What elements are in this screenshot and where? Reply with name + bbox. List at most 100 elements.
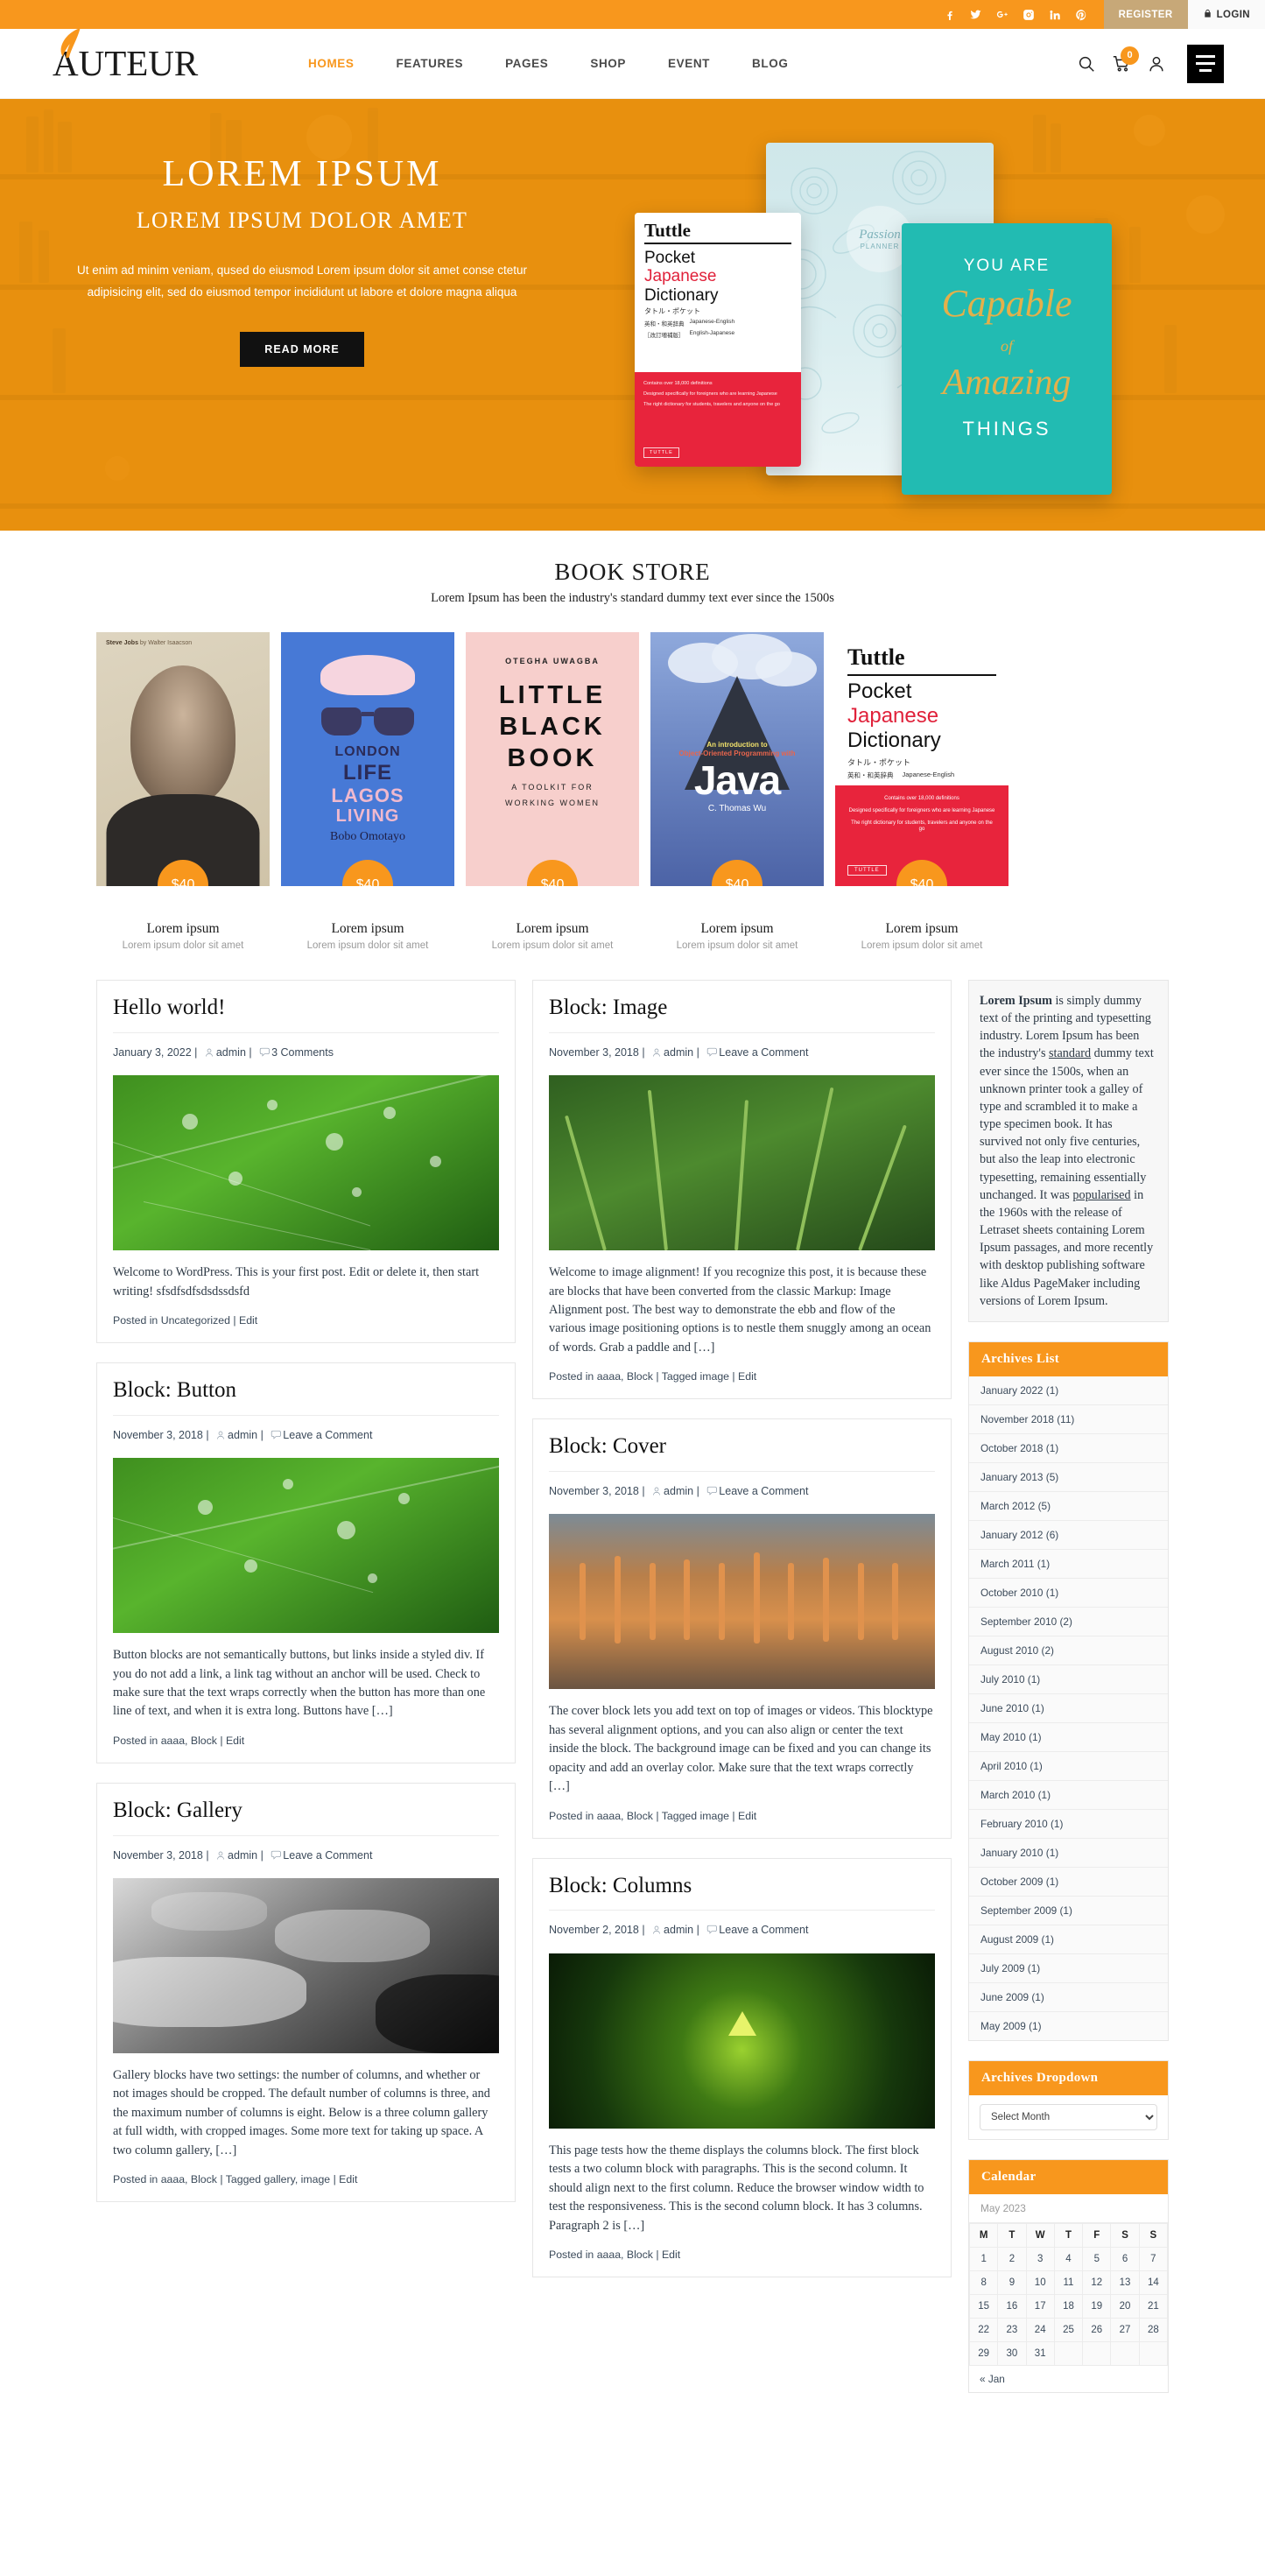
calendar-day-cell[interactable]: 13 (1110, 2270, 1140, 2295)
archives-list-link[interactable]: May 2009 (1) (969, 2011, 1168, 2040)
archives-list-link[interactable]: September 2010 (2) (969, 1607, 1168, 1636)
text-widget-link-standard[interactable]: standard (1049, 1046, 1091, 1060)
nav-item-pages[interactable]: PAGES (484, 57, 569, 70)
calendar-day-cell[interactable]: 23 (997, 2317, 1027, 2342)
calendar-day-cell[interactable]: 20 (1110, 2293, 1140, 2319)
post-comments[interactable]: Leave a Comment (719, 1046, 808, 1059)
calendar-day-cell[interactable]: 10 (1025, 2270, 1055, 2295)
nav-item-shop[interactable]: SHOP (569, 57, 647, 70)
post-thumbnail[interactable] (113, 1458, 499, 1634)
post-author[interactable]: admin (664, 1485, 693, 1497)
post-title[interactable]: Hello world! (113, 996, 499, 1033)
post-terms[interactable]: Posted in aaaa, Block | Tagged image | E… (549, 1810, 935, 1822)
post-author[interactable]: admin (664, 1924, 693, 1936)
text-widget-link-popularised[interactable]: popularised (1072, 1188, 1130, 1202)
post-comments[interactable]: Leave a Comment (283, 1429, 372, 1441)
archives-list-link[interactable]: February 2010 (1) (969, 1809, 1168, 1838)
calendar-day-cell[interactable]: 17 (1025, 2293, 1055, 2319)
twitter-icon[interactable] (969, 8, 983, 22)
archives-list-link[interactable]: August 2010 (2) (969, 1636, 1168, 1665)
post-author[interactable]: admin (664, 1046, 693, 1059)
calendar-day-cell[interactable]: 4 (1053, 2246, 1084, 2271)
archives-list-link[interactable]: March 2010 (1) (969, 1780, 1168, 1809)
calendar-day-cell[interactable]: 1 (968, 2246, 999, 2271)
calendar-day-cell[interactable]: 7 (1138, 2246, 1169, 2271)
nav-item-event[interactable]: EVENT (647, 57, 731, 70)
archives-month-select[interactable]: Select Month (980, 2103, 1157, 2130)
user-account-icon[interactable] (1147, 54, 1166, 74)
calendar-day-cell[interactable]: 22 (968, 2317, 999, 2342)
register-button[interactable]: REGISTER (1103, 0, 1188, 29)
archives-list-link[interactable]: January 2013 (5) (969, 1462, 1168, 1491)
login-button[interactable]: LOGIN (1187, 0, 1265, 29)
archives-list-link[interactable]: March 2012 (5) (969, 1491, 1168, 1520)
archives-list-link[interactable]: June 2009 (1) (969, 1982, 1168, 2011)
post-thumbnail[interactable] (113, 1878, 499, 2053)
logo[interactable]: AUTEUR (53, 27, 254, 81)
facebook-icon[interactable] (943, 8, 957, 22)
cart-icon[interactable]: 0 (1112, 46, 1139, 74)
calendar-day-cell[interactable]: 15 (968, 2293, 999, 2319)
read-more-button[interactable]: READ MORE (240, 331, 364, 367)
google-plus-icon[interactable] (995, 8, 1009, 22)
post-title[interactable]: Block: Cover (549, 1434, 935, 1473)
calendar-day-cell[interactable]: 29 (968, 2340, 999, 2366)
book-cover-little-black-book[interactable]: OTEGHA UWAGBA LITTLE BLACK BOOK A TOOLKI… (466, 632, 639, 886)
archives-list-link[interactable]: January 2012 (6) (969, 1520, 1168, 1549)
archives-list-link[interactable]: October 2009 (1) (969, 1867, 1168, 1896)
calendar-day-cell[interactable]: 11 (1053, 2270, 1084, 2295)
post-comments[interactable]: Leave a Comment (719, 1924, 808, 1936)
calendar-day-cell[interactable]: 16 (997, 2293, 1027, 2319)
post-comments[interactable]: Leave a Comment (719, 1485, 808, 1497)
archives-list-link[interactable]: September 2009 (1) (969, 1896, 1168, 1925)
book-card[interactable]: Tuttle Pocket Japanese Dictionary タトル・ポケ… (835, 632, 1008, 951)
post-thumbnail[interactable] (113, 1075, 499, 1251)
post-terms[interactable]: Posted in aaaa, Block | Tagged image | E… (549, 1370, 935, 1383)
archives-list-link[interactable]: March 2011 (1) (969, 1549, 1168, 1578)
calendar-day-cell[interactable]: 30 (997, 2340, 1027, 2366)
linkedin-icon[interactable] (1048, 8, 1062, 22)
instagram-icon[interactable] (1022, 8, 1036, 22)
post-thumbnail[interactable] (549, 1953, 935, 2129)
calendar-day-cell[interactable]: 27 (1110, 2317, 1140, 2342)
post-terms[interactable]: Posted in aaaa, Block | Edit (113, 1735, 499, 1747)
calendar-day-cell[interactable]: 25 (1053, 2317, 1084, 2342)
post-comments[interactable]: 3 Comments (271, 1046, 334, 1059)
calendar-day-cell[interactable]: 9 (997, 2270, 1027, 2295)
book-card[interactable]: OTEGHA UWAGBA LITTLE BLACK BOOK A TOOLKI… (466, 632, 639, 951)
archives-list-link[interactable]: May 2010 (1) (969, 1722, 1168, 1751)
calendar-day-cell[interactable]: 12 (1082, 2270, 1112, 2295)
post-title[interactable]: Block: Image (549, 996, 935, 1033)
calendar-day-cell[interactable]: 26 (1082, 2317, 1112, 2342)
book-cover-tuttle[interactable]: Tuttle Pocket Japanese Dictionary タトル・ポケ… (835, 632, 1008, 886)
archives-list-link[interactable]: January 2022 (1) (969, 1376, 1168, 1404)
post-author[interactable]: admin (228, 1849, 257, 1862)
nav-item-homes[interactable]: HOMES (287, 57, 376, 70)
post-terms[interactable]: Posted in Uncategorized | Edit (113, 1314, 499, 1327)
nav-item-blog[interactable]: BLOG (731, 57, 809, 70)
pinterest-icon[interactable] (1074, 8, 1088, 22)
book-card[interactable]: An introduction to Object-Oriented Progr… (650, 632, 824, 951)
calendar-day-cell[interactable]: 8 (968, 2270, 999, 2295)
calendar-day-cell[interactable]: 18 (1053, 2293, 1084, 2319)
book-cover-steve-jobs[interactable]: Steve Jobs by Walter Isaacson $40 (96, 632, 270, 886)
calendar-day-cell[interactable]: 31 (1025, 2340, 1055, 2366)
post-terms[interactable]: Posted in aaaa, Block | Tagged gallery, … (113, 2173, 499, 2185)
post-author[interactable]: admin (216, 1046, 246, 1059)
calendar-day-cell[interactable]: 28 (1138, 2317, 1169, 2342)
calendar-prev-link[interactable]: « Jan (980, 2373, 1005, 2385)
archives-list-link[interactable]: August 2009 (1) (969, 1925, 1168, 1953)
calendar-day-cell[interactable]: 21 (1138, 2293, 1169, 2319)
nav-item-features[interactable]: FEATURES (376, 57, 485, 70)
post-comments[interactable]: Leave a Comment (283, 1849, 372, 1862)
archives-list-link[interactable]: April 2010 (1) (969, 1751, 1168, 1780)
search-icon[interactable] (1077, 54, 1096, 74)
post-terms[interactable]: Posted in aaaa, Block | Edit (549, 2249, 935, 2261)
calendar-day-cell[interactable]: 5 (1082, 2246, 1112, 2271)
archives-list-link[interactable]: July 2010 (1) (969, 1665, 1168, 1693)
archives-list-link[interactable]: October 2010 (1) (969, 1578, 1168, 1607)
calendar-day-cell[interactable]: 2 (997, 2246, 1027, 2271)
menu-toggle-button[interactable] (1187, 44, 1224, 83)
post-thumbnail[interactable] (549, 1514, 935, 1690)
post-author[interactable]: admin (228, 1429, 257, 1441)
